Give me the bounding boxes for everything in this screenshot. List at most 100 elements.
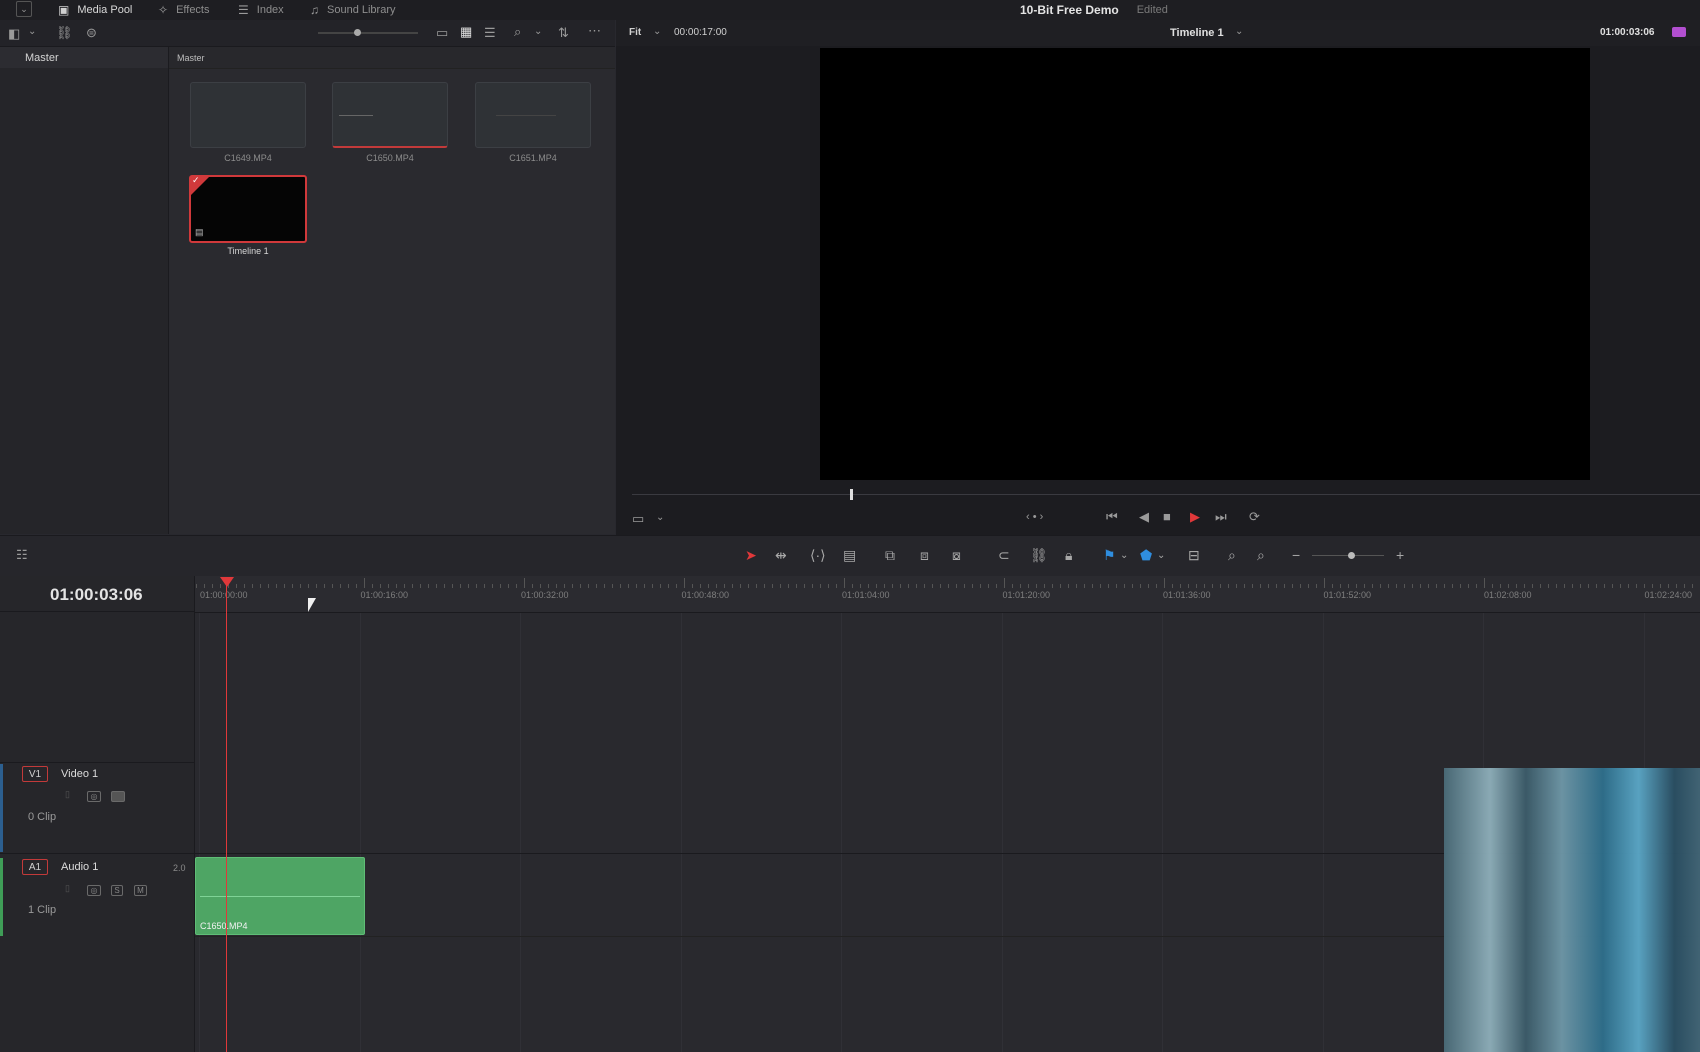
ruler-tick	[1092, 584, 1093, 588]
tab-index[interactable]: ☰ Index	[238, 0, 284, 20]
play-icon[interactable]: ▶	[1190, 509, 1200, 525]
zoom-fit-dropdown[interactable]: Fit	[629, 27, 641, 38]
timeline-zoom-slider[interactable]	[1312, 552, 1384, 559]
ruler-tick	[940, 584, 941, 588]
zoom-detail-icon[interactable]: ⌕	[1228, 545, 1236, 565]
ruler-tick	[1404, 584, 1405, 588]
ruler-tick	[1076, 584, 1077, 588]
chevron-down-icon[interactable]: ⌄	[656, 512, 664, 523]
auto-select-icon[interactable]: ◎	[87, 791, 101, 802]
chevron-down-icon[interactable]: ⌄	[28, 26, 36, 37]
crop-icon[interactable]: ▭	[632, 511, 644, 527]
dynamic-trim-icon[interactable]: ⟨·⟩	[810, 545, 826, 565]
solo-button[interactable]: S	[111, 885, 123, 896]
ruler-tick	[204, 584, 205, 588]
grid-view-icon[interactable]: ▦	[460, 24, 472, 40]
timeline-view-options-icon[interactable]: ☷	[16, 547, 28, 563]
ruler-tick	[268, 584, 269, 588]
clip-thumbnail-c1651[interactable]	[475, 82, 591, 148]
snapping-icon[interactable]: ⊂	[998, 545, 1010, 565]
replace-clip-icon[interactable]: ⧇	[952, 545, 961, 565]
sort-icon[interactable]: ⇅	[558, 25, 569, 41]
timeline-thumbnail[interactable]: ✓ ▤	[189, 175, 307, 243]
ruler-tick	[1676, 584, 1677, 588]
disable-video-track-icon[interactable]	[111, 791, 125, 802]
search-icon[interactable]: ⌕	[514, 24, 521, 40]
a1-track-tag[interactable]: A1	[22, 859, 48, 875]
chevron-down-icon[interactable]: ⌄	[1120, 545, 1128, 565]
tab-sound-library[interactable]: ♫ Sound Library	[310, 0, 396, 20]
ruler-tick	[1572, 584, 1573, 588]
chevron-down-icon[interactable]: ⌄	[1157, 545, 1165, 565]
thumbnail-size-slider[interactable]	[318, 29, 418, 36]
ruler-tick	[948, 584, 949, 588]
tab-media-pool[interactable]: ▣ Media Pool	[58, 0, 132, 20]
timeline-name-dropdown[interactable]: Timeline 1	[1170, 27, 1224, 39]
flag-icon[interactable]: ⚑	[1103, 545, 1116, 565]
ruler-tick	[1356, 584, 1357, 588]
auto-select-icon[interactable]: ◎	[87, 885, 101, 896]
play-reverse-icon[interactable]: ◀	[1139, 509, 1149, 525]
ruler-tick	[1036, 584, 1037, 588]
chevron-down-icon[interactable]: ⌄	[653, 26, 661, 37]
zoom-in-icon[interactable]: +	[1396, 545, 1404, 565]
list-view-icon[interactable]: ☰	[484, 25, 496, 41]
scrubber-playhead[interactable]	[850, 489, 853, 500]
stop-icon[interactable]: ■	[1163, 509, 1171, 524]
tab-sound-library-label: Sound Library	[327, 4, 396, 16]
chevron-down-icon[interactable]: ⌄	[1235, 26, 1243, 37]
timeline-ruler[interactable]	[195, 576, 1700, 613]
viewer-options-icon[interactable]	[1672, 27, 1686, 37]
insert-clip-icon[interactable]: ⧉	[885, 545, 895, 565]
audio-track-header[interactable]: A1 Audio 1 2.0 ▯ ◎ S M 1 Clip	[0, 853, 194, 937]
slider-handle[interactable]	[1348, 552, 1355, 559]
video-track-header[interactable]: V1 Video 1 ▯ ◎ 0 Clip	[0, 762, 194, 853]
clip-thumbnail-c1650[interactable]	[332, 82, 448, 148]
ruler-tick	[988, 584, 989, 588]
audio-clip[interactable]: C1650.MP4	[195, 857, 365, 935]
link-icon[interactable]: ⛓	[1030, 545, 1048, 565]
viewer-frame[interactable]	[820, 48, 1590, 480]
timeline-playhead[interactable]	[226, 580, 227, 1052]
audio-track-name: Audio 1	[61, 861, 99, 873]
zoom-out-icon[interactable]: −	[1292, 545, 1300, 565]
selection-tool-icon[interactable]: ➤	[745, 545, 757, 565]
viewer-scrubber[interactable]	[632, 489, 1700, 500]
playhead-handle[interactable]	[220, 577, 234, 587]
lock-icon[interactable]: 🔒︎	[1065, 545, 1072, 565]
ruler-timecode-label: 01:01:52:00	[1323, 590, 1372, 600]
ruler-tick	[1180, 584, 1181, 588]
ruler-tick	[1156, 584, 1157, 588]
ruler-tick	[636, 584, 637, 588]
skip-to-start-icon[interactable]: ⏮	[1106, 509, 1118, 525]
sidebar-item-master[interactable]: Master	[0, 47, 168, 68]
lock-icon[interactable]: ▯	[65, 789, 70, 800]
blade-tool-icon[interactable]: ▤	[843, 545, 856, 565]
ruler-tick	[604, 584, 605, 588]
sidebar-toggle-icon[interactable]: ◧	[8, 26, 20, 42]
more-options-icon[interactable]: ⋯	[588, 23, 601, 39]
jog-control-icon[interactable]: ‹ • ›	[1026, 511, 1043, 523]
metadata-icon[interactable]: ⊜	[86, 25, 97, 41]
clip-thumbnail-c1649[interactable]	[190, 82, 306, 148]
marker-icon[interactable]: ⬟	[1140, 545, 1152, 565]
zoom-custom-icon[interactable]: ⌕	[1257, 545, 1265, 565]
loop-icon[interactable]: ⟳	[1249, 509, 1260, 525]
v1-track-tag[interactable]: V1	[22, 766, 48, 782]
zoom-full-icon[interactable]: ⊟	[1188, 545, 1200, 565]
ruler-tick	[1596, 584, 1597, 588]
chevron-down-icon[interactable]: ⌄	[534, 26, 542, 37]
workspace-menu-button[interactable]: ⌄	[16, 1, 32, 17]
project-title: 10-Bit Free Demo	[1020, 3, 1119, 17]
trim-tool-icon[interactable]: ⇹	[775, 545, 787, 565]
link-icon[interactable]: ⛓	[56, 25, 73, 41]
skip-to-end-icon[interactable]: ⏭	[1215, 509, 1227, 525]
slider-handle[interactable]	[354, 29, 361, 36]
lock-icon[interactable]: ▯	[65, 883, 70, 894]
mute-button[interactable]: M	[134, 885, 147, 896]
overwrite-clip-icon[interactable]: ⧈	[920, 545, 929, 565]
metadata-view-icon[interactable]: ▭	[436, 25, 448, 41]
list-icon: ☰	[238, 3, 249, 17]
tab-effects[interactable]: ✧ Effects	[158, 0, 210, 20]
effects-wand-icon: ✧	[158, 3, 169, 17]
